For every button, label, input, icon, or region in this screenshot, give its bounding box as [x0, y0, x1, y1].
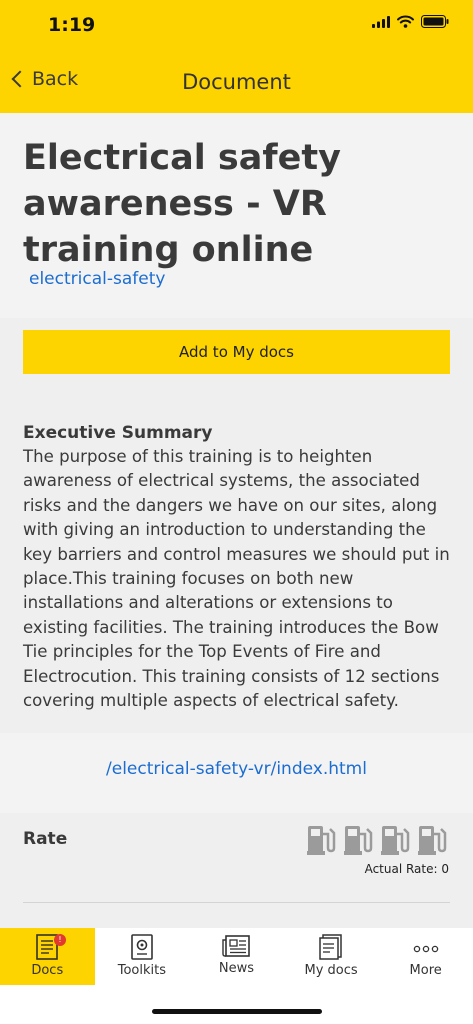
status-time: 1:19 — [48, 14, 96, 36]
fuel-pump-icon[interactable] — [307, 824, 336, 855]
my-docs-icon — [319, 934, 342, 960]
fuel-pump-icon[interactable] — [381, 824, 410, 855]
rate-label: Rate — [23, 829, 68, 849]
add-to-my-docs-button[interactable]: Add to My docs — [23, 330, 450, 374]
fuel-pump-icon[interactable] — [418, 824, 447, 855]
tab-more[interactable]: More — [378, 928, 473, 985]
tab-label: More — [409, 963, 442, 978]
tab-bar: ! Docs Toolkits News My docs More — [0, 928, 473, 985]
newspaper-icon — [222, 935, 251, 957]
more-dots-icon — [413, 945, 438, 953]
fuel-pump-icon[interactable] — [344, 824, 373, 855]
summary-text: The purpose of this training is to heigh… — [23, 447, 450, 711]
document-title: Electrical safety awareness - VR trainin… — [23, 138, 341, 270]
tab-news[interactable]: News — [189, 928, 284, 985]
url-block: /electrical-safety-vr/index.html — [0, 733, 473, 813]
summary-heading: Executive Summary — [23, 423, 213, 443]
tab-label: Docs — [31, 963, 64, 978]
home-indicator[interactable] — [152, 1009, 322, 1014]
battery-icon — [421, 15, 449, 28]
tab-label: My docs — [304, 963, 358, 978]
signal-icon — [372, 15, 390, 28]
header: 1:19 Back Document — [0, 0, 473, 113]
actual-rate: Actual Rate: 0 — [364, 862, 449, 876]
title-block: Electrical safety awareness - VR trainin… — [0, 113, 473, 318]
bottom-safe-area — [0, 985, 473, 1024]
tab-toolkits[interactable]: Toolkits — [95, 928, 190, 985]
tab-label: News — [218, 961, 255, 976]
divider — [23, 902, 450, 903]
rating-stars — [307, 824, 447, 855]
tab-label: Toolkits — [117, 963, 167, 978]
tab-my-docs[interactable]: My docs — [284, 928, 379, 985]
wifi-icon — [397, 15, 414, 28]
executive-summary: Executive Summary The purpose of this tr… — [23, 421, 455, 713]
nav-title: Document — [182, 70, 291, 94]
notification-badge: ! — [54, 934, 66, 946]
tag-link[interactable]: electrical-safety — [29, 269, 165, 289]
document-url-link[interactable]: /electrical-safety-vr/index.html — [0, 759, 473, 779]
tab-docs[interactable]: ! Docs — [0, 928, 95, 985]
status-icons — [372, 15, 449, 28]
toolkit-icon — [131, 934, 153, 960]
